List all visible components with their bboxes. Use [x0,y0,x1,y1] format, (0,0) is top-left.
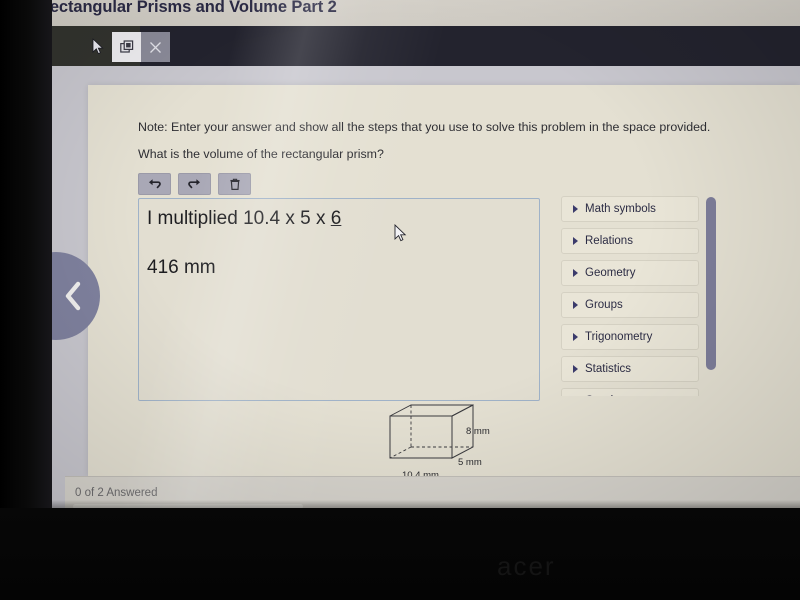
math-panel-item-trigonometry[interactable]: Trigonometry [561,324,699,350]
editor-toolbar [138,173,251,195]
undo-arrow-icon [147,178,162,191]
math-panel-item-label: Geometry [585,267,636,279]
question-prompt: What is the volume of the rectangular pr… [138,147,384,161]
caret-right-icon [573,333,578,341]
math-panel-item-geometry[interactable]: Geometry [561,260,699,286]
caret-right-icon [573,301,578,309]
caret-right-icon [573,269,578,277]
answer-line-2: 416 mm [147,257,216,278]
math-panel-item-label: Groups [585,299,623,311]
chevron-left-icon [63,281,83,311]
math-panel-item-label: Greek [585,395,616,396]
answer-line-1-underlined-token: 6 [330,208,342,229]
answer-line-1-prefix: I multiplied 10.4 x 5 x [147,208,331,229]
math-panel-item-label: Relations [585,235,633,247]
monitor-screen: Rectangular Prisms and Volume Part 2 Not… [50,0,800,512]
math-panel-item-groups[interactable]: Groups [561,292,699,318]
monitor-bezel-bottom [0,508,800,600]
page-title: Rectangular Prisms and Volume Part 2 [50,0,337,16]
monitor-photo-frame: Rectangular Prisms and Volume Part 2 Not… [0,0,800,600]
caret-right-icon [573,237,578,245]
prism-height-label: 8 mm [466,426,490,437]
prism-depth-label: 5 mm [458,457,482,468]
note-text: Note: Enter your answer and show all the… [138,120,711,134]
assignment-page: Note: Enter your answer and show all the… [50,66,800,512]
undo-button[interactable] [138,173,171,195]
rectangular-prism-diagram: 8 mm 5 mm 10.4 mm [385,402,510,481]
answer-line-1: I multiplied 10.4 x 5 x 6 [147,208,341,230]
status-bar: 0 of 2 Answered [65,476,800,512]
monitor-brand-logo: acer [497,551,556,581]
desktop-title-strip: Rectangular Prisms and Volume Part 2 [50,0,800,26]
mouse-pointer-icon [394,224,407,242]
caret-right-icon [573,205,578,213]
trash-can-icon [229,178,241,191]
math-panel-item-math-symbols[interactable]: Math symbols [561,196,699,222]
question-card: Note: Enter your answer and show all the… [88,85,800,481]
math-panel-scrollbar-thumb[interactable] [706,197,716,370]
close-icon[interactable] [141,32,170,62]
answered-count: 0 of 2 Answered [75,487,158,499]
math-panel-item-label: Trigonometry [585,331,653,343]
math-symbols-panel: Math symbols Relations Geometry Groups T… [561,196,699,396]
math-panel-item-statistics[interactable]: Statistics [561,356,699,382]
snip-toolbar [50,26,800,66]
math-panel-item-label: Math symbols [585,203,656,215]
redo-arrow-icon [187,178,202,191]
answer-input[interactable]: I multiplied 10.4 x 5 x 6 416 mm [138,198,540,401]
delete-button[interactable] [218,173,251,195]
caret-right-icon [573,365,578,373]
math-panel-item-greek[interactable]: Greek [561,388,699,396]
math-panel-item-label: Statistics [585,363,632,375]
redo-button[interactable] [178,173,211,195]
math-panel-item-relations[interactable]: Relations [561,228,699,254]
new-window-icon[interactable] [112,32,141,62]
